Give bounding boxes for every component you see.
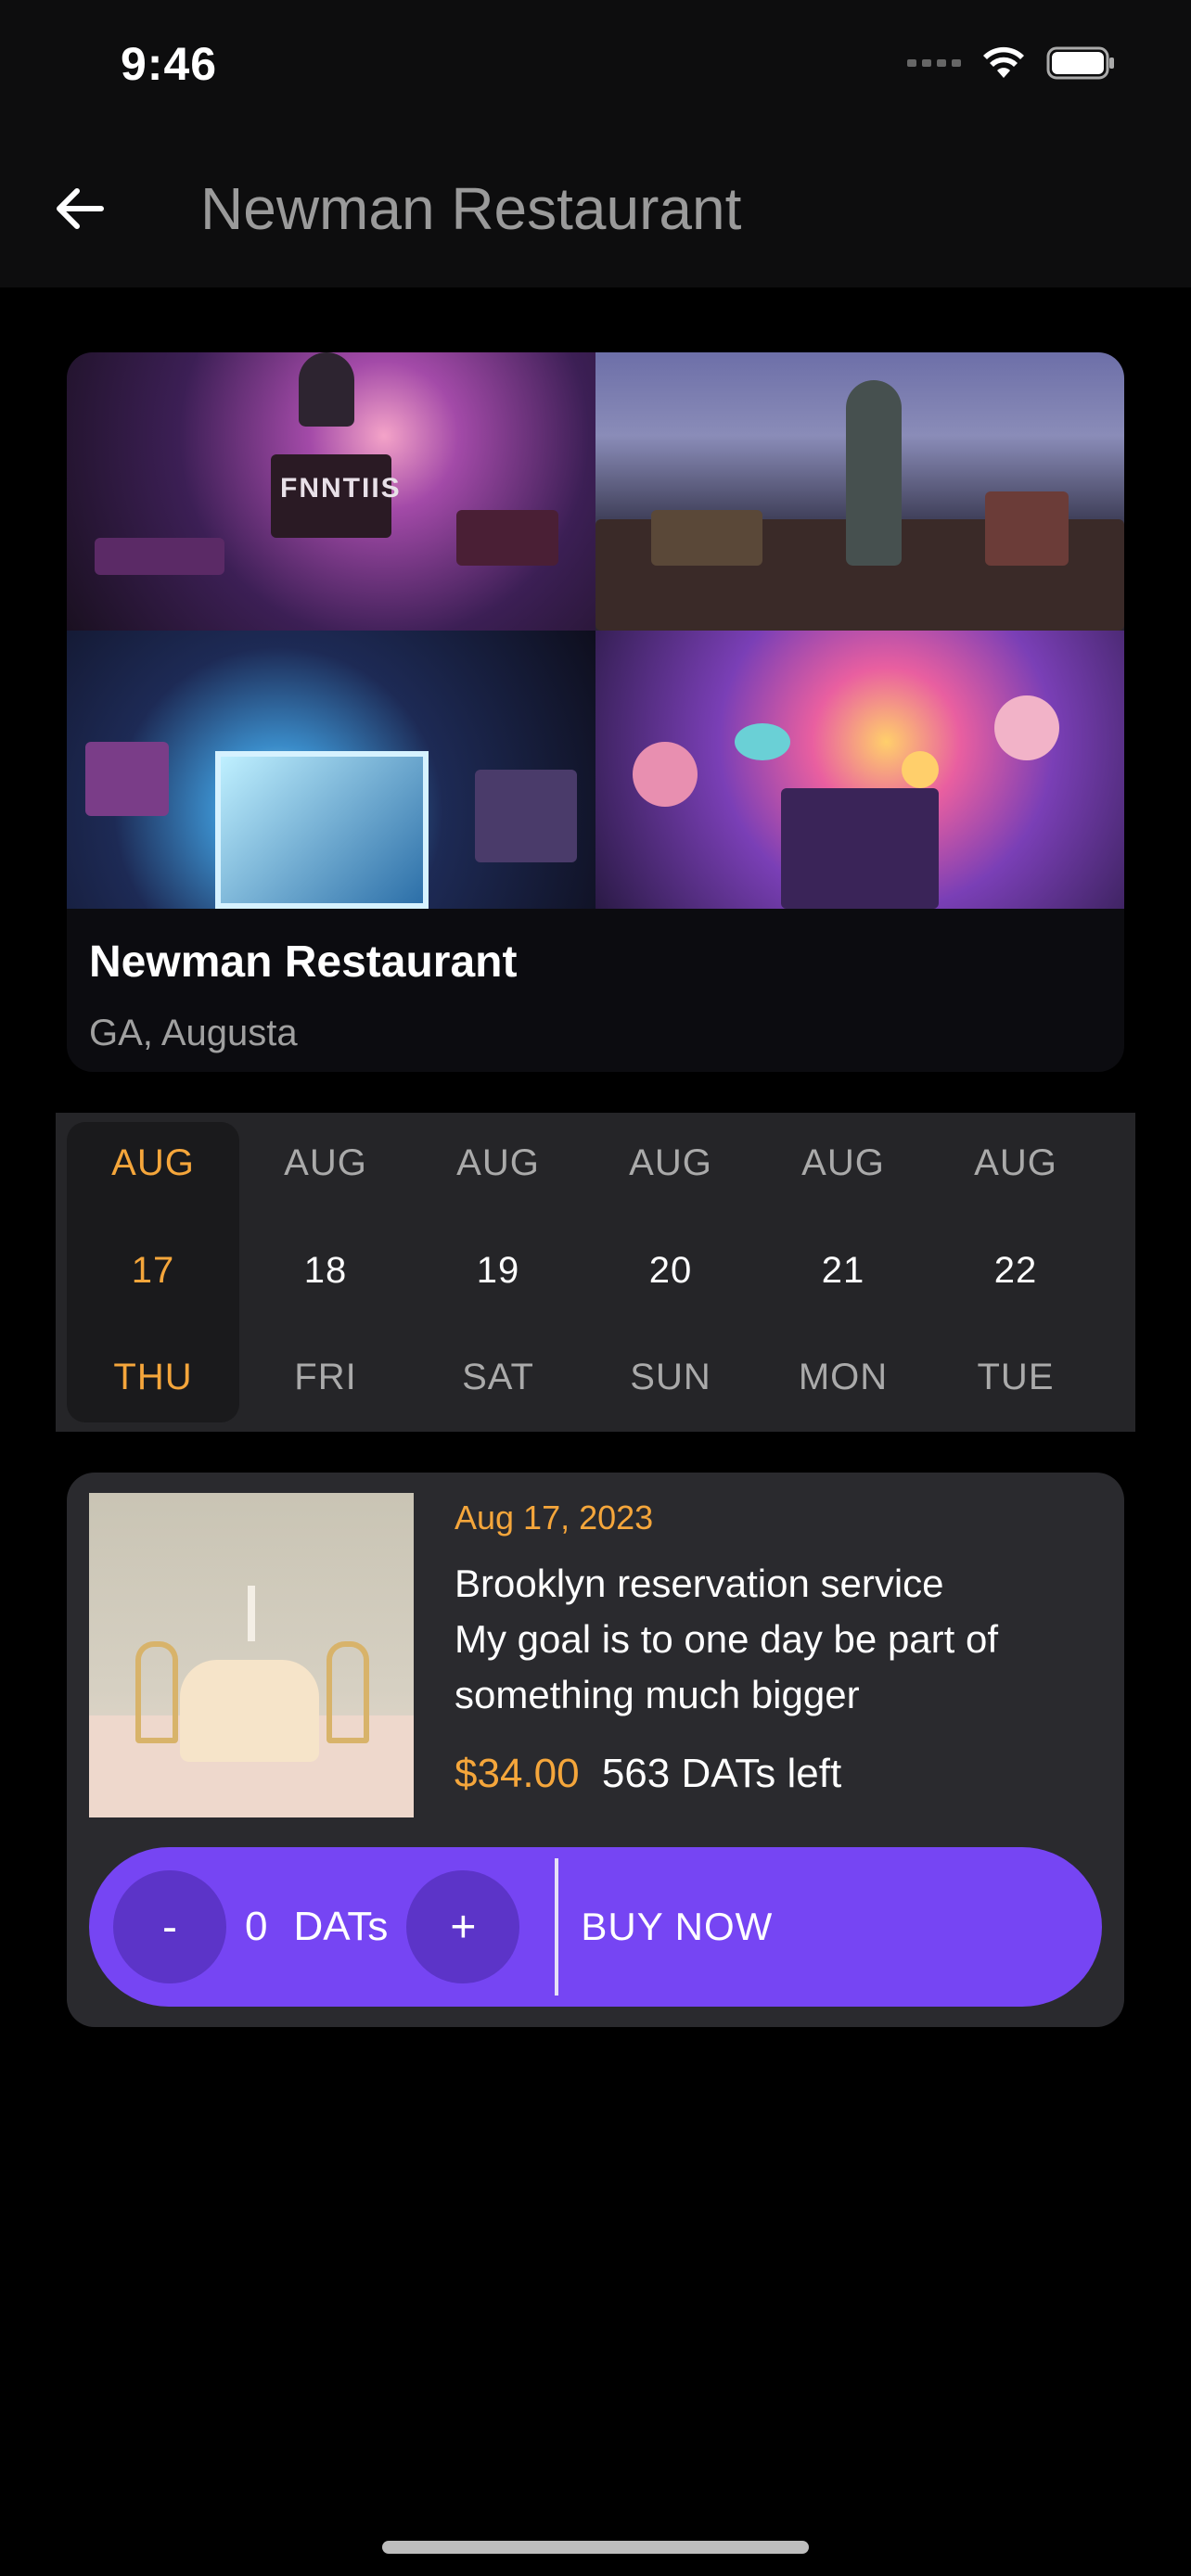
offer-description-block: Brooklyn reservation service My goal is … [455, 1556, 1104, 1723]
date-weekday: MON [798, 1357, 889, 1397]
date-day: 22 [993, 1249, 1038, 1291]
collage-image-3 [67, 631, 596, 909]
restaurant-card[interactable]: FNNTIIS Newman Restaurant GA, Augusta [67, 352, 1124, 1072]
home-indicator[interactable] [382, 2541, 809, 2554]
offer-remaining: 563 DATs left [601, 1751, 842, 1796]
date-day: 21 [821, 1249, 865, 1291]
date-weekday: SAT [462, 1357, 534, 1397]
offer-description: My goal is to one day be part of somethi… [455, 1617, 999, 1716]
quantity-unit: DATs [293, 1904, 389, 1949]
collage-sign-text: FNNTIIS [280, 473, 402, 504]
date-day: 19 [476, 1249, 520, 1291]
collage-image-4 [596, 631, 1124, 909]
date-day: 17 [131, 1249, 175, 1291]
decrease-quantity-button[interactable]: - [113, 1870, 226, 1983]
date-option-aug-19[interactable]: AUG 19 SAT [412, 1122, 584, 1422]
date-month: AUG [284, 1142, 367, 1183]
date-option-aug-18[interactable]: AUG 18 FRI [239, 1122, 412, 1422]
purchase-divider [555, 1858, 559, 1996]
date-month: AUG [801, 1142, 885, 1183]
date-day: 18 [303, 1249, 348, 1291]
arrow-left-icon [57, 188, 104, 229]
date-option-aug-20[interactable]: AUG 20 SUN [584, 1122, 757, 1422]
back-button[interactable] [46, 176, 111, 241]
offer-card: Aug 17, 2023 Brooklyn reservation servic… [67, 1473, 1124, 2027]
purchase-bar: - 0 DATs + BUY NOW [89, 1847, 1102, 2007]
quantity-display: 0 DATs [245, 1904, 388, 1950]
quantity-value: 0 [245, 1904, 268, 1949]
date-month: AUG [111, 1142, 195, 1183]
battery-icon [1046, 46, 1117, 80]
buy-now-button[interactable]: BUY NOW [581, 1905, 773, 1949]
offer-title: Brooklyn reservation service [455, 1562, 944, 1605]
date-weekday: TUE [977, 1357, 1055, 1397]
restaurant-name: Newman Restaurant [89, 937, 518, 987]
date-weekday: THU [113, 1357, 193, 1397]
date-option-aug-17[interactable]: AUG 17 THU [67, 1122, 239, 1422]
date-option-aug-22[interactable]: AUG 22 TUE [929, 1122, 1102, 1422]
restaurant-location: GA, Augusta [89, 1013, 298, 1053]
top-bar: 9:46 Newman Restaurant [0, 0, 1191, 287]
status-icons [907, 46, 1117, 80]
offer-date: Aug 17, 2023 [455, 1498, 654, 1537]
date-month: AUG [456, 1142, 540, 1183]
date-month: AUG [974, 1142, 1057, 1183]
date-weekday: SUN [630, 1357, 711, 1397]
offer-image [89, 1493, 414, 1817]
date-weekday: FRI [294, 1357, 357, 1397]
status-time: 9:46 [121, 38, 218, 90]
increase-quantity-button[interactable]: + [406, 1870, 520, 1983]
offer-price-row: $34.00 563 DATs left [455, 1751, 841, 1797]
collage-image-2 [596, 352, 1124, 631]
date-option-aug-21[interactable]: AUG 21 MON [757, 1122, 929, 1422]
offer-price: $34.00 [455, 1751, 580, 1796]
wifi-icon [981, 46, 1026, 80]
restaurant-image-collage: FNNTIIS [67, 352, 1124, 909]
page-title: Newman Restaurant [200, 175, 742, 242]
collage-image-1: FNNTIIS [67, 352, 596, 631]
date-day: 20 [648, 1249, 693, 1291]
date-month: AUG [629, 1142, 712, 1183]
cellular-signal-icon [907, 59, 961, 67]
date-selector: AUG 17 THU AUG 18 FRI AUG 19 SAT AUG 20 … [56, 1113, 1135, 1432]
